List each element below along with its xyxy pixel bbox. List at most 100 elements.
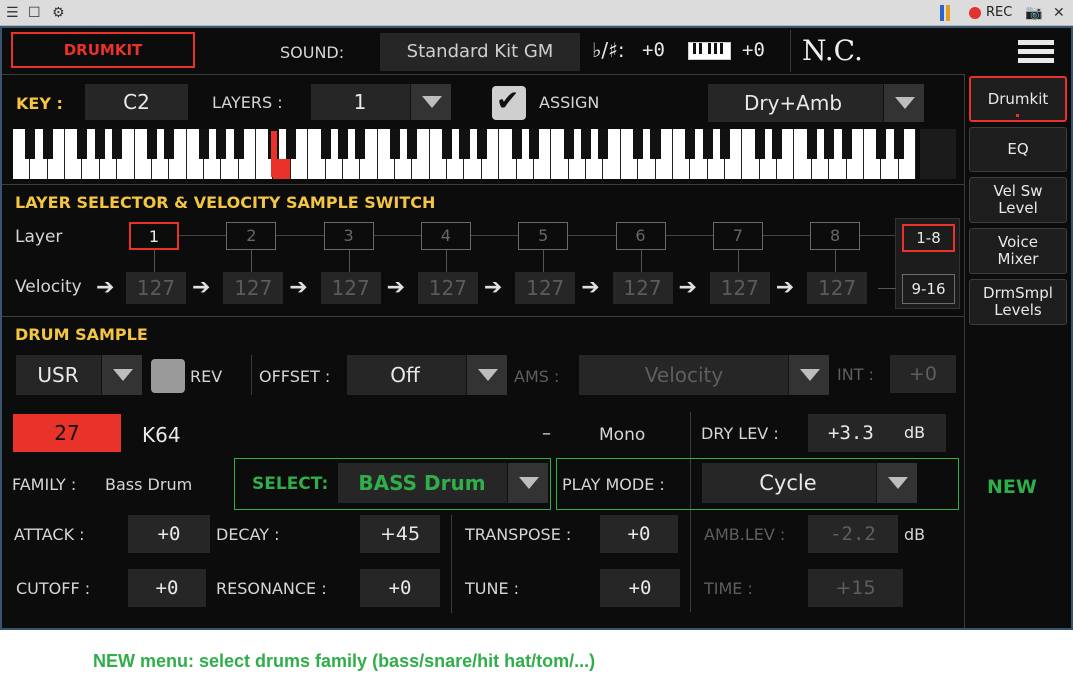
piano-black-key[interactable] xyxy=(337,129,348,159)
piano-black-key[interactable] xyxy=(459,129,470,159)
ams-dropdown[interactable]: Velocity xyxy=(579,355,829,395)
resonance-value[interactable]: +0 xyxy=(360,569,440,607)
caption: NEW menu: select drums family (bass/snar… xyxy=(93,651,596,671)
attack-value[interactable]: +0 xyxy=(128,515,210,553)
velocity-value-3[interactable]: 127 xyxy=(320,272,381,304)
key-label: KEY : xyxy=(16,94,63,113)
piano-black-key[interactable] xyxy=(719,129,730,159)
layer-button-7[interactable]: 7 xyxy=(712,222,763,250)
range-9-16-button[interactable]: 9-16 xyxy=(902,274,955,304)
layer-button-3[interactable]: 3 xyxy=(323,222,374,250)
close-icon[interactable]: ✕ xyxy=(1053,4,1065,22)
piano-black-key[interactable] xyxy=(442,129,453,159)
piano-black-key[interactable] xyxy=(876,129,887,159)
play-mode-dropdown[interactable]: Cycle xyxy=(702,463,917,503)
velocity-value-7[interactable]: 127 xyxy=(709,272,770,304)
layer-button-2[interactable]: 2 xyxy=(226,222,277,250)
keyboard-scroll[interactable] xyxy=(920,129,956,179)
piano-black-key[interactable] xyxy=(581,129,592,159)
offset-dropdown[interactable]: Off xyxy=(347,355,507,395)
velocity-value-2[interactable]: 127 xyxy=(223,272,284,304)
piano-black-key[interactable] xyxy=(355,129,366,159)
cutoff-value[interactable]: +0 xyxy=(128,569,206,607)
flat-sharp-value[interactable]: +0 xyxy=(642,39,665,61)
maximize-icon[interactable]: ☐ xyxy=(28,4,41,22)
velocity-value-5[interactable]: 127 xyxy=(515,272,576,304)
key-value[interactable]: C2 xyxy=(85,84,188,120)
tune-value[interactable]: +0 xyxy=(600,569,680,607)
header-divider xyxy=(790,30,791,72)
piano-black-key[interactable] xyxy=(198,129,210,159)
piano-black-key[interactable] xyxy=(824,129,835,159)
piano-keyboard[interactable] xyxy=(13,129,916,179)
piano-black-key[interactable] xyxy=(806,129,817,159)
piano-black-key[interactable] xyxy=(772,129,783,159)
piano-black-key[interactable] xyxy=(146,129,157,159)
time-value[interactable]: +15 xyxy=(808,569,903,607)
piano-black-key[interactable] xyxy=(112,129,123,159)
piano-black-key[interactable] xyxy=(702,129,713,159)
amb-lev-value[interactable]: -2.2 xyxy=(808,515,898,553)
velocity-value-1[interactable]: 127 xyxy=(126,272,186,304)
piano-black-key[interactable] xyxy=(598,129,609,159)
piano-black-key[interactable] xyxy=(685,129,696,159)
piano-black-key[interactable] xyxy=(633,129,644,159)
sidebar-item-eq[interactable]: EQ xyxy=(969,127,1067,172)
rev-checkbox[interactable] xyxy=(151,359,185,393)
transpose-value[interactable]: +0 xyxy=(600,515,678,553)
piano-black-key[interactable] xyxy=(476,129,487,159)
dry-lev-field[interactable]: +3.3 dB xyxy=(808,414,946,452)
camera-icon[interactable]: 📷 xyxy=(1025,4,1042,22)
piano-black-key[interactable] xyxy=(511,129,522,159)
arrow-right-icon: ➔ xyxy=(386,275,406,300)
piano-black-key[interactable] xyxy=(25,129,36,159)
record-icon[interactable] xyxy=(969,7,981,19)
bank-dropdown[interactable]: USR xyxy=(16,355,142,395)
piano-black-key[interactable] xyxy=(528,129,539,159)
piano-black-key[interactable] xyxy=(893,129,904,159)
gear-icon[interactable]: ⚙ xyxy=(52,4,65,22)
sidebar-item-drmsmpl-levels[interactable]: DrmSmpl Levels xyxy=(969,279,1067,325)
keyboard-transpose-value[interactable]: +0 xyxy=(742,39,765,61)
layer-button-4[interactable]: 4 xyxy=(420,222,471,250)
piano-black-key[interactable] xyxy=(563,129,574,159)
rec-label[interactable]: REC xyxy=(986,4,1012,22)
chevron-down-icon xyxy=(466,355,507,395)
piano-black-key[interactable] xyxy=(841,129,852,159)
family-select-dropdown[interactable]: BASS Drum xyxy=(338,463,548,503)
piano-black-key[interactable] xyxy=(650,129,661,159)
piano-black-key[interactable] xyxy=(77,129,88,159)
piano-black-key[interactable] xyxy=(754,129,765,159)
velocity-value-6[interactable]: 127 xyxy=(612,272,673,304)
family-select-value: BASS Drum xyxy=(358,471,486,495)
sound-value[interactable]: Standard Kit GM xyxy=(380,33,580,71)
assign-checkbox[interactable]: ✔ xyxy=(492,84,526,120)
int-value[interactable]: +0 xyxy=(890,355,956,393)
layer-button-8[interactable]: 8 xyxy=(810,222,861,250)
menu-icon[interactable]: ☰ xyxy=(6,4,19,22)
decay-value[interactable]: +45 xyxy=(360,515,440,553)
mix-mode-dropdown[interactable]: Dry+Amb xyxy=(708,84,924,122)
layer-button-5[interactable]: 5 xyxy=(518,222,569,250)
sidebar-item-voice-mixer[interactable]: Voice Mixer xyxy=(969,228,1067,274)
piano-black-key[interactable] xyxy=(233,129,244,159)
piano-black-key[interactable] xyxy=(42,129,53,159)
piano-black-key[interactable] xyxy=(407,129,418,159)
layer-button-1[interactable]: 1 xyxy=(129,222,179,250)
piano-black-key[interactable] xyxy=(390,129,401,159)
velocity-value-8[interactable]: 127 xyxy=(807,272,868,304)
piano-black-key[interactable] xyxy=(285,129,296,159)
divider xyxy=(451,515,452,613)
sample-number[interactable]: 27 xyxy=(13,414,121,452)
hamburger-menu-icon[interactable] xyxy=(1018,40,1054,64)
velocity-value-4[interactable]: 127 xyxy=(417,272,478,304)
layer-button-6[interactable]: 6 xyxy=(615,222,666,250)
layers-dropdown[interactable]: 1 xyxy=(311,84,451,120)
piano-black-key[interactable] xyxy=(216,129,227,159)
range-1-8-button[interactable]: 1-8 xyxy=(902,224,955,252)
sidebar-item-vel-sw-level[interactable]: Vel Sw Level xyxy=(969,177,1067,223)
piano-black-key[interactable] xyxy=(164,129,175,159)
drumkit-button[interactable]: DRUMKIT xyxy=(11,32,195,68)
piano-black-key[interactable] xyxy=(94,129,105,159)
piano-black-key[interactable] xyxy=(320,129,331,159)
